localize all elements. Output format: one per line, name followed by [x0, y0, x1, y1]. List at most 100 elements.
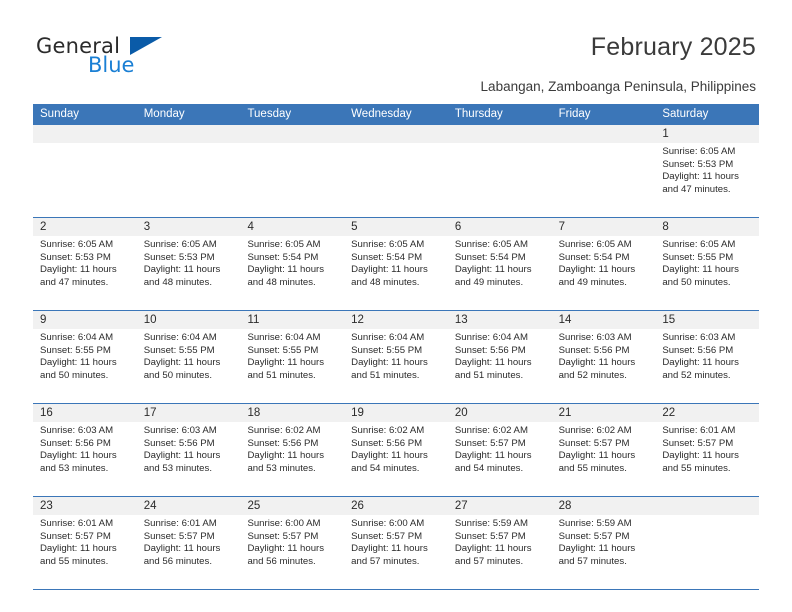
- day-cell[interactable]: 9 Sunrise: 6:04 AM Sunset: 5:55 PM Dayli…: [33, 311, 137, 403]
- daylight-text-cont: and 57 minutes.: [454, 555, 524, 567]
- day-cell[interactable]: 23 Sunrise: 6:01 AM Sunset: 5:57 PM Dayl…: [33, 497, 137, 589]
- day-cell[interactable]: 18 Sunrise: 6:02 AM Sunset: 5:56 PM Dayl…: [240, 404, 345, 496]
- day-cell[interactable]: 28 Sunrise: 5:59 AM Sunset: 5:57 PM Dayl…: [551, 497, 656, 589]
- daylight-text-cont: and 53 minutes.: [247, 462, 316, 474]
- day-cell[interactable]: [344, 125, 448, 217]
- day-number-strip: 10: [136, 311, 241, 329]
- day-cell[interactable]: 10 Sunrise: 6:04 AM Sunset: 5:55 PM Dayl…: [136, 311, 241, 403]
- day-info: Sunrise: 6:05 AM Sunset: 5:55 PM Dayligh…: [655, 236, 759, 289]
- day-cell[interactable]: 13 Sunrise: 6:04 AM Sunset: 5:56 PM Dayl…: [447, 311, 552, 403]
- day-cell[interactable]: [551, 125, 656, 217]
- day-number-strip: 15: [655, 311, 760, 329]
- daylight-text: Daylight: 11 hours: [454, 357, 532, 369]
- day-number-strip: 14: [551, 311, 656, 329]
- daylight-text: Daylight: 11 hours: [40, 264, 117, 276]
- day-number-strip: 23: [33, 497, 137, 515]
- page-title: February 2025: [590, 33, 756, 61]
- daylight-text-cont: and 53 minutes.: [40, 462, 109, 474]
- day-cell[interactable]: 15 Sunrise: 6:03 AM Sunset: 5:56 PM Dayl…: [655, 311, 760, 403]
- day-number: 21: [558, 407, 572, 419]
- day-cell[interactable]: [240, 125, 345, 217]
- daylight-text: Daylight: 11 hours: [351, 450, 428, 462]
- day-cell[interactable]: 8 Sunrise: 6:05 AM Sunset: 5:55 PM Dayli…: [655, 218, 760, 310]
- day-cell[interactable]: 2 Sunrise: 6:05 AM Sunset: 5:53 PM Dayli…: [33, 218, 137, 310]
- day-cell[interactable]: 1 Sunrise: 6:05 AM Sunset: 5:53 PM Dayli…: [655, 125, 760, 217]
- day-cell[interactable]: [447, 125, 552, 217]
- day-cell[interactable]: 12 Sunrise: 6:04 AM Sunset: 5:55 PM Dayl…: [344, 311, 448, 403]
- daylight-text: Daylight: 11 hours: [662, 264, 739, 276]
- page-subtitle: Labangan, Zamboanga Peninsula, Philippin…: [480, 79, 756, 94]
- daylight-text: Daylight: 11 hours: [247, 357, 325, 369]
- sunrise-text: Sunrise: 6:02 AM: [558, 425, 632, 436]
- daylight-text-cont: and 50 minutes.: [143, 369, 212, 381]
- daylight-text: Daylight: 11 hours: [662, 357, 739, 369]
- sunrise-text: Sunrise: 6:00 AM: [351, 518, 425, 529]
- day-cell[interactable]: 4 Sunrise: 6:05 AM Sunset: 5:54 PM Dayli…: [240, 218, 345, 310]
- day-cell[interactable]: 26 Sunrise: 6:00 AM Sunset: 5:57 PM Dayl…: [344, 497, 448, 589]
- week-row: 2 Sunrise: 6:05 AM Sunset: 5:53 PM Dayli…: [33, 218, 760, 311]
- sunrise-text: Sunrise: 6:05 AM: [662, 239, 736, 250]
- day-info: Sunrise: 6:05 AM Sunset: 5:54 PM Dayligh…: [552, 236, 656, 289]
- sunset-text: Sunset: 5:56 PM: [40, 437, 111, 449]
- daylight-text: Daylight: 11 hours: [558, 450, 636, 462]
- daylight-text-cont: and 48 minutes.: [351, 276, 420, 288]
- day-cell[interactable]: 16 Sunrise: 6:03 AM Sunset: 5:56 PM Dayl…: [33, 404, 137, 496]
- day-info: Sunrise: 6:01 AM Sunset: 5:57 PM Dayligh…: [137, 515, 241, 568]
- day-cell[interactable]: 11 Sunrise: 6:04 AM Sunset: 5:55 PM Dayl…: [240, 311, 345, 403]
- day-cell[interactable]: 25 Sunrise: 6:00 AM Sunset: 5:57 PM Dayl…: [240, 497, 345, 589]
- day-number: 5: [351, 221, 358, 233]
- day-cell[interactable]: 20 Sunrise: 6:02 AM Sunset: 5:57 PM Dayl…: [447, 404, 552, 496]
- day-cell[interactable]: [33, 125, 137, 217]
- day-cell[interactable]: 17 Sunrise: 6:03 AM Sunset: 5:56 PM Dayl…: [136, 404, 241, 496]
- day-info: [240, 143, 344, 146]
- day-info: Sunrise: 6:02 AM Sunset: 5:57 PM Dayligh…: [552, 422, 656, 475]
- day-number: 9: [40, 314, 47, 326]
- day-info: Sunrise: 6:05 AM Sunset: 5:54 PM Dayligh…: [344, 236, 448, 289]
- day-info: Sunrise: 6:05 AM Sunset: 5:53 PM Dayligh…: [655, 143, 759, 196]
- day-cell[interactable]: 22 Sunrise: 6:01 AM Sunset: 5:57 PM Dayl…: [655, 404, 760, 496]
- day-number: 15: [662, 314, 676, 326]
- sunrise-text: Sunrise: 6:01 AM: [662, 425, 736, 436]
- weekday-header-thursday: Thursday: [454, 108, 503, 120]
- sunset-text: Sunset: 5:55 PM: [143, 344, 215, 356]
- sunrise-text: Sunrise: 6:03 AM: [662, 332, 736, 343]
- sunrise-text: Sunrise: 6:04 AM: [351, 332, 425, 343]
- day-info: Sunrise: 6:01 AM Sunset: 5:57 PM Dayligh…: [33, 515, 137, 568]
- sunset-text: Sunset: 5:57 PM: [143, 530, 215, 542]
- sunrise-text: Sunrise: 6:05 AM: [454, 239, 528, 250]
- day-number: 25: [247, 500, 261, 512]
- day-cell[interactable]: 24 Sunrise: 6:01 AM Sunset: 5:57 PM Dayl…: [136, 497, 241, 589]
- day-cell[interactable]: 27 Sunrise: 5:59 AM Sunset: 5:57 PM Dayl…: [447, 497, 552, 589]
- sunrise-text: Sunrise: 6:04 AM: [454, 332, 528, 343]
- sunset-text: Sunset: 5:56 PM: [558, 344, 630, 356]
- day-info: Sunrise: 5:59 AM Sunset: 5:57 PM Dayligh…: [552, 515, 656, 568]
- day-number-strip: 16: [33, 404, 137, 422]
- day-cell[interactable]: 14 Sunrise: 6:03 AM Sunset: 5:56 PM Dayl…: [551, 311, 656, 403]
- day-cell[interactable]: 19 Sunrise: 6:02 AM Sunset: 5:56 PM Dayl…: [344, 404, 448, 496]
- day-cell[interactable]: [136, 125, 241, 217]
- day-cell[interactable]: 21 Sunrise: 6:02 AM Sunset: 5:57 PM Dayl…: [551, 404, 656, 496]
- sunrise-text: Sunrise: 6:05 AM: [662, 146, 736, 157]
- day-cell[interactable]: 7 Sunrise: 6:05 AM Sunset: 5:54 PM Dayli…: [551, 218, 656, 310]
- day-cell[interactable]: 6 Sunrise: 6:05 AM Sunset: 5:54 PM Dayli…: [447, 218, 552, 310]
- sunset-text: Sunset: 5:55 PM: [40, 344, 111, 356]
- brand-logo[interactable]: General Blue: [36, 36, 236, 88]
- weekday-header-row: Sunday Monday Tuesday Wednesday Thursday…: [33, 104, 759, 125]
- day-number: 13: [454, 314, 468, 326]
- daylight-text-cont: and 54 minutes.: [454, 462, 524, 474]
- sunset-text: Sunset: 5:56 PM: [454, 344, 526, 356]
- day-number: 6: [454, 221, 462, 233]
- sunrise-text: Sunrise: 6:04 AM: [40, 332, 114, 343]
- day-cell[interactable]: 5 Sunrise: 6:05 AM Sunset: 5:54 PM Dayli…: [344, 218, 448, 310]
- sunrise-text: Sunrise: 5:59 AM: [454, 518, 528, 529]
- day-info: Sunrise: 6:04 AM Sunset: 5:55 PM Dayligh…: [33, 329, 137, 382]
- day-cell[interactable]: 3 Sunrise: 6:05 AM Sunset: 5:53 PM Dayli…: [136, 218, 241, 310]
- day-number: 22: [662, 407, 676, 419]
- day-cell[interactable]: [655, 497, 760, 589]
- day-number-strip: 18: [240, 404, 345, 422]
- day-info: Sunrise: 6:03 AM Sunset: 5:56 PM Dayligh…: [655, 329, 759, 382]
- day-number-strip: [655, 497, 760, 515]
- day-info: Sunrise: 6:02 AM Sunset: 5:57 PM Dayligh…: [448, 422, 552, 475]
- sunset-text: Sunset: 5:53 PM: [143, 251, 215, 263]
- sunset-text: Sunset: 5:53 PM: [40, 251, 111, 263]
